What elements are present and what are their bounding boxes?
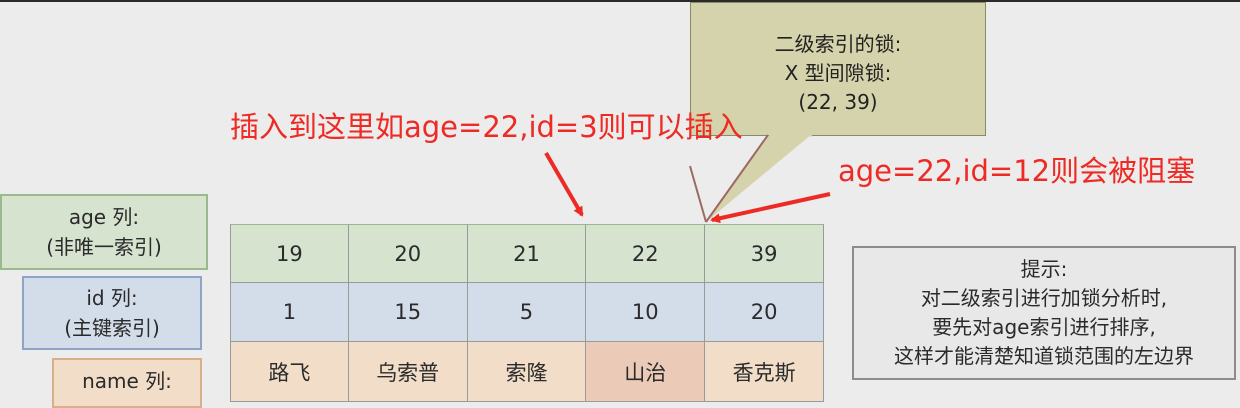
insert-allowed-note: 插入到这里如age=22,id=3则可以插入 bbox=[230, 110, 743, 144]
hint-line-3: 这样才能清楚知道锁范围的左边界 bbox=[894, 344, 1194, 368]
insert-blocked-note: age=22,id=12则会被阻塞 bbox=[838, 154, 1196, 188]
hint-box: 提示: 对二级索引进行加锁分析时, 要先对age索引进行排序, 这样才能清楚知道… bbox=[852, 246, 1236, 380]
callout-pointer-edge bbox=[689, 165, 707, 223]
hint-line-1: 对二级索引进行加锁分析时, bbox=[920, 286, 1168, 310]
hint-line-2: 要先对age索引进行排序, bbox=[932, 315, 1156, 339]
hint-title: 提示: bbox=[1020, 257, 1068, 281]
insert-arrow bbox=[544, 151, 584, 217]
